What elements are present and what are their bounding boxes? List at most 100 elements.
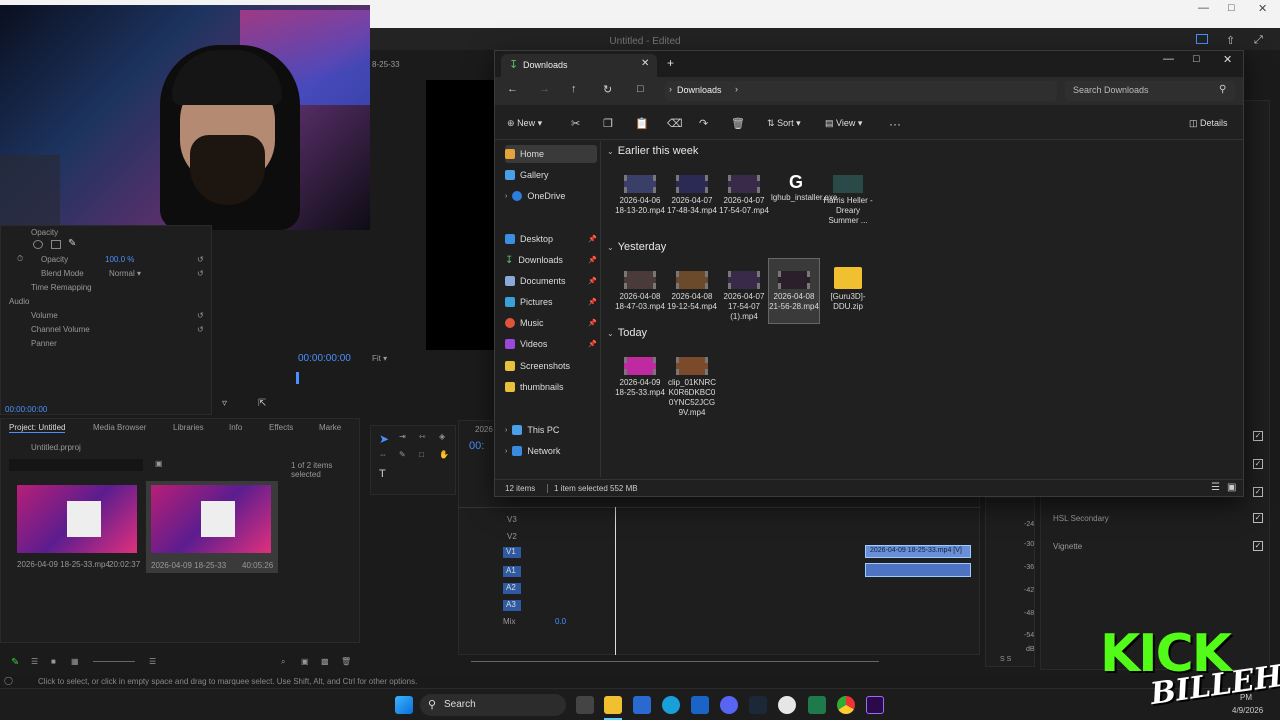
discord-icon[interactable] xyxy=(720,696,738,714)
opacity-value[interactable]: 100.0 % xyxy=(105,255,134,264)
fullscreen-icon[interactable]: ⤢ xyxy=(1254,34,1263,47)
program-timecode[interactable]: 00:00:00:00 xyxy=(298,353,351,364)
new-bin-icon[interactable]: ▣ xyxy=(155,459,163,468)
stopwatch-icon[interactable]: ⏱ xyxy=(17,254,23,264)
close-icon[interactable]: ✕ xyxy=(1258,2,1267,15)
sort-button[interactable]: ⇅ Sort ▾ xyxy=(767,118,801,129)
breadcrumb-chevron-icon[interactable]: › xyxy=(735,84,738,94)
timeline-tab[interactable]: 2026 xyxy=(475,425,493,434)
mix-value[interactable]: 0.0 xyxy=(555,617,566,626)
breadcrumb-downloads[interactable]: Downloads xyxy=(677,85,722,95)
meter-solo-buttons[interactable]: S S xyxy=(1000,656,1011,663)
time-remapping[interactable]: Time Remapping xyxy=(31,283,92,292)
sort-icon[interactable]: ☰ xyxy=(149,657,156,666)
minimize-icon[interactable]: — xyxy=(1198,2,1209,14)
sidebar-item-onedrive[interactable]: › OneDrive xyxy=(505,187,597,205)
track-a3[interactable]: A3 xyxy=(503,600,521,611)
expand-chevron-icon[interactable]: › xyxy=(505,427,507,434)
tab-media-browser[interactable]: Media Browser xyxy=(93,423,146,432)
sidebar-item-gallery[interactable]: Gallery xyxy=(505,166,597,184)
type-tool-icon[interactable]: T xyxy=(379,468,386,480)
file-item[interactable]: 2026-04-08 18-47-03.mp4 xyxy=(615,271,665,312)
list-view-icon[interactable]: ☰ xyxy=(31,657,38,666)
file-explorer-icon[interactable] xyxy=(604,696,622,714)
find-icon[interactable]: ⌕ xyxy=(281,657,285,667)
pen-mask-icon[interactable]: ✎ xyxy=(68,238,76,249)
reset-icon[interactable]: ↺ xyxy=(197,255,204,264)
timeline-zoom-scroll[interactable] xyxy=(471,661,879,662)
quick-export-icon[interactable] xyxy=(1196,34,1208,44)
group-today[interactable]: ⌄ Today xyxy=(607,327,647,339)
sidebar-item-pictures[interactable]: Pictures 📌 xyxy=(505,293,597,311)
track-v1[interactable]: V1 xyxy=(503,547,521,558)
track-v3[interactable]: V3 xyxy=(507,515,517,524)
sidebar-item-this-pc[interactable]: › This PC xyxy=(505,421,597,439)
share-icon[interactable]: ⇧ xyxy=(1226,34,1235,47)
edge-icon[interactable] xyxy=(662,696,680,714)
paste-icon[interactable]: 📋 xyxy=(635,117,649,130)
tab-downloads[interactable]: ↧ Downloads ✕ xyxy=(501,54,657,77)
hsl-secondary-checkbox[interactable]: ✓ xyxy=(1253,513,1263,523)
effect-checkbox[interactable]: ✓ xyxy=(1253,487,1263,497)
chrome-icon[interactable] xyxy=(837,696,855,714)
up-icon[interactable]: ↑ xyxy=(571,83,577,95)
timeline-timecode[interactable]: 00: xyxy=(469,440,484,452)
export-frame-icon[interactable]: ⇱ xyxy=(258,398,266,409)
hand-icon[interactable]: ✋ xyxy=(439,450,449,459)
collapse-chevron-icon[interactable]: ⌄ xyxy=(607,243,614,252)
steam-icon[interactable] xyxy=(749,696,767,714)
file-item[interactable]: Glghub_installer.exe xyxy=(771,171,837,203)
outlook-icon[interactable] xyxy=(691,696,709,714)
file-item[interactable]: [Guru3D]-DDU.zip xyxy=(823,267,873,312)
effect-checkbox[interactable]: ✓ xyxy=(1253,459,1263,469)
store-icon[interactable] xyxy=(633,696,651,714)
sidebar-item-music[interactable]: Music 📌 xyxy=(505,314,597,332)
hsl-secondary-label[interactable]: HSL Secondary xyxy=(1053,514,1109,523)
tab-effects[interactable]: Effects xyxy=(269,423,293,432)
track-select-icon[interactable]: ⇥ xyxy=(399,432,406,441)
group-earlier-this-week[interactable]: ⌄ Earlier this week xyxy=(607,145,698,157)
selected-clip-card[interactable]: 2026-04-09 18-25-33 40:05:26 xyxy=(146,481,278,573)
timeline-playhead[interactable] xyxy=(615,507,616,655)
sidebar-item-home[interactable]: Home xyxy=(505,145,597,163)
fit-select[interactable]: Fit ▾ xyxy=(372,354,410,363)
track-a2[interactable]: A2 xyxy=(503,583,521,594)
blend-mode-select[interactable]: Normal ▾ xyxy=(109,269,179,278)
file-item[interactable]: clip_01KNRCK0R6DKBC00YNC52JCG9V.mp4 xyxy=(667,357,717,418)
project-search-input[interactable] xyxy=(9,459,143,471)
file-item[interactable]: 2026-04-08 19-12-54.mp4 xyxy=(667,271,717,312)
ellipse-mask-icon[interactable] xyxy=(33,240,43,249)
file-item[interactable]: Harris Heller - Dreary Summer ... xyxy=(823,175,873,226)
track-a1[interactable]: A1 xyxy=(503,566,521,577)
large-icons-view-icon[interactable]: ▣ xyxy=(1227,482,1236,493)
slip-icon[interactable]: ⇔ xyxy=(379,450,387,459)
tab-info[interactable]: Info xyxy=(229,423,242,432)
delete-icon[interactable]: 🗑 xyxy=(731,117,745,130)
details-button[interactable]: ◫ Details xyxy=(1189,118,1228,129)
reset-icon[interactable]: ↺ xyxy=(197,311,204,320)
more-options-button[interactable]: ··· xyxy=(889,117,901,131)
file-item[interactable]: 2026-04-07 17-54-07.mp4 xyxy=(719,175,769,216)
clip-thumbnail[interactable] xyxy=(17,485,137,553)
rename-icon[interactable]: ⌫ xyxy=(667,117,683,130)
file-item[interactable]: 2026-04-06 18-13-20.mp4 xyxy=(615,175,665,216)
sidebar-item-downloads[interactable]: ↧ Downloads 📌 xyxy=(505,251,597,269)
maximize-icon[interactable]: □ xyxy=(1193,53,1200,65)
collapse-chevron-icon[interactable]: ⌄ xyxy=(607,329,614,338)
new-bin-footer-icon[interactable]: ▣ xyxy=(301,657,309,666)
cut-icon[interactable]: ✂ xyxy=(571,117,580,130)
sidebar-item-network[interactable]: › Network xyxy=(505,442,597,460)
channel-volume-effect[interactable]: Channel Volume xyxy=(31,325,90,334)
new-button[interactable]: ⊕ New ▾ xyxy=(507,118,542,129)
sidebar-item-thumbnails[interactable]: thumbnails xyxy=(505,378,597,396)
minimize-icon[interactable]: — xyxy=(1163,53,1174,65)
taskbar-search[interactable]: ⚲ Search xyxy=(420,694,566,716)
rectangle-tool-icon[interactable]: □ xyxy=(419,450,424,459)
vignette-checkbox[interactable]: ✓ xyxy=(1253,541,1263,551)
selection-tool-icon[interactable]: ➤ xyxy=(379,432,389,446)
search-input[interactable]: Search Downloads ⚲ xyxy=(1065,81,1235,101)
close-icon[interactable]: ✕ xyxy=(1223,53,1232,66)
forward-icon[interactable]: → xyxy=(539,83,550,95)
reset-icon[interactable]: ↺ xyxy=(197,269,204,278)
address-bar[interactable]: › Downloads › xyxy=(665,81,1057,101)
